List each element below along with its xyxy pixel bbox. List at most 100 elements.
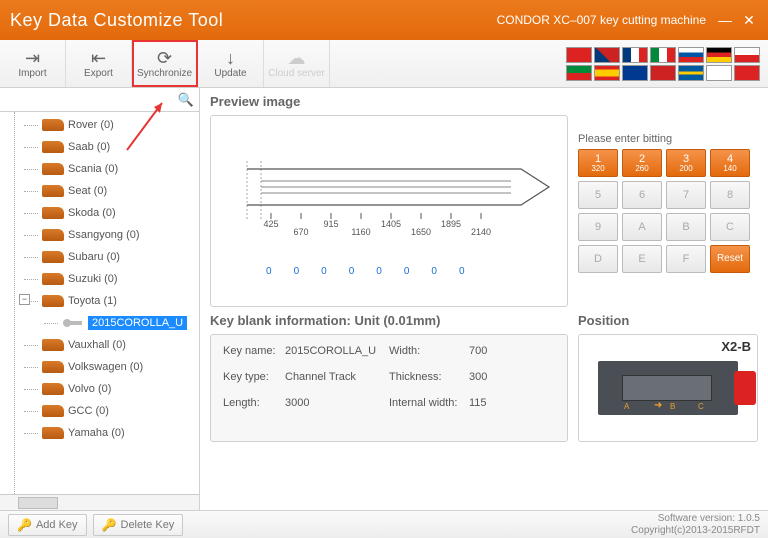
tree-item[interactable]: 2015COROLLA_U — [10, 312, 199, 334]
bitting-value: 0 — [349, 266, 355, 277]
tree-item[interactable]: Suzuki (0) — [10, 268, 199, 290]
keypad-button[interactable]: C — [710, 213, 750, 241]
keypad-button[interactable]: 7 — [666, 181, 706, 209]
keypad-button[interactable]: D — [578, 245, 618, 273]
tree-item[interactable]: Seat (0) — [10, 180, 199, 202]
car-icon — [42, 273, 64, 285]
info-title: Key blank information: Unit (0.01mm) — [210, 313, 568, 328]
tree-item[interactable]: GCC (0) — [10, 400, 199, 422]
flag-eu[interactable] — [622, 65, 648, 81]
tree-item[interactable]: Volvo (0) — [10, 378, 199, 400]
synchronize-button[interactable]: ⟳ Synchronize — [132, 40, 198, 87]
tick-label: 670 — [293, 227, 308, 237]
tree-expander[interactable]: − — [19, 294, 30, 305]
car-icon — [42, 229, 64, 241]
cloud-button[interactable]: ☁ Cloud server — [264, 40, 330, 87]
delete-key-button[interactable]: 🔑 Delete Key — [93, 514, 184, 536]
flag-it[interactable] — [650, 47, 676, 63]
import-button[interactable]: ⇥ Import — [0, 40, 66, 87]
tick-label: 425 — [263, 219, 278, 229]
keypad-button[interactable]: E — [622, 245, 662, 273]
lab-keyname: Key name: — [223, 345, 285, 357]
toolbar: ⇥ Import ⇤ Export ⟳ Synchronize ↓ Update… — [0, 40, 768, 88]
car-icon — [42, 141, 64, 153]
keypad-button[interactable]: A — [622, 213, 662, 241]
flag-es[interactable] — [594, 65, 620, 81]
flag-dk[interactable] — [650, 65, 676, 81]
sync-icon: ⟳ — [157, 49, 172, 67]
tree-item[interactable]: −Toyota (1) — [10, 290, 199, 312]
tree-item[interactable]: Vauxhall (0) — [10, 334, 199, 356]
keypad-button[interactable]: 3200 — [666, 149, 706, 177]
keypad-button[interactable]: B — [666, 213, 706, 241]
tree-item[interactable]: Skoda (0) — [10, 202, 199, 224]
import-icon: ⇥ — [25, 49, 40, 67]
car-icon — [42, 361, 64, 373]
car-icon — [42, 405, 64, 417]
lab-length: Length: — [223, 397, 285, 409]
tree-item[interactable]: Rover (0) — [10, 114, 199, 136]
search-input[interactable] — [4, 92, 177, 108]
car-icon — [42, 295, 64, 307]
lab-iwidth: Internal width: — [389, 397, 469, 409]
tree-item[interactable]: Subaru (0) — [10, 246, 199, 268]
app-title: Key Data Customize Tool — [10, 10, 223, 31]
val-length: 3000 — [285, 397, 389, 409]
add-key-label: Add Key — [36, 519, 78, 531]
version-text: Software version: 1.0.5 — [631, 513, 760, 525]
import-label: Import — [18, 68, 46, 79]
keypad-button[interactable]: 6 — [622, 181, 662, 209]
flag-cn[interactable] — [566, 47, 592, 63]
val-keytype: Channel Track — [285, 371, 389, 383]
minimize-button[interactable]: — — [716, 11, 734, 29]
keypad-button[interactable]: 1320 — [578, 149, 618, 177]
flag-pl[interactable] — [734, 47, 760, 63]
keypad-button[interactable]: F — [666, 245, 706, 273]
export-icon: ⇤ — [91, 49, 106, 67]
car-icon — [42, 185, 64, 197]
flag-de[interactable] — [706, 47, 732, 63]
tree-label: Volkswagen (0) — [68, 361, 143, 373]
export-button[interactable]: ⇤ Export — [66, 40, 132, 87]
keypad-reset-button[interactable]: Reset — [710, 245, 750, 273]
flag-fr[interactable] — [622, 47, 648, 63]
tick-label: 1405 — [381, 219, 401, 229]
lab-keytype: Key type: — [223, 371, 285, 383]
keypad-button[interactable]: 8 — [710, 181, 750, 209]
close-button[interactable]: ✕ — [740, 11, 758, 29]
flag-other1[interactable] — [706, 65, 732, 81]
flag-ru[interactable] — [678, 47, 704, 63]
car-icon — [42, 383, 64, 395]
tree-item[interactable]: Scania (0) — [10, 158, 199, 180]
tick-label: 1160 — [351, 227, 370, 237]
tick-label: 1895 — [441, 219, 461, 229]
search-icon[interactable]: 🔍 — [177, 92, 195, 108]
tree-item[interactable]: Yamaha (0) — [10, 422, 199, 444]
keypad-button[interactable]: 2260 — [622, 149, 662, 177]
flag-tr[interactable] — [734, 65, 760, 81]
tree-hscrollbar[interactable] — [0, 494, 199, 510]
tree-label: Saab (0) — [68, 141, 110, 153]
brand-tree[interactable]: Rover (0) Saab (0) Scania (0) Seat (0) Skoda… — [0, 112, 199, 494]
update-button[interactable]: ↓ Update — [198, 40, 264, 87]
update-icon: ↓ — [226, 49, 235, 67]
car-icon — [42, 163, 64, 175]
val-width: 700 — [469, 345, 509, 357]
tree-item[interactable]: Saab (0) — [10, 136, 199, 158]
keypad-button[interactable]: 4140 — [710, 149, 750, 177]
tree-item[interactable]: Volkswagen (0) — [10, 356, 199, 378]
tree-label: Volvo (0) — [68, 383, 111, 395]
export-label: Export — [84, 68, 113, 79]
keypad-button[interactable]: 5 — [578, 181, 618, 209]
flag-pt[interactable] — [566, 65, 592, 81]
flag-uk[interactable] — [594, 47, 620, 63]
clamp-image: A➜BC — [598, 361, 738, 415]
car-icon — [42, 207, 64, 219]
add-key-button[interactable]: 🔑 Add Key — [8, 514, 87, 536]
position-label: X2-B — [721, 339, 751, 354]
tree-label: Seat (0) — [68, 185, 107, 197]
tree-item[interactable]: Ssangyong (0) — [10, 224, 199, 246]
bitting-value: 0 — [376, 266, 382, 277]
keypad-button[interactable]: 9 — [578, 213, 618, 241]
flag-se[interactable] — [678, 65, 704, 81]
